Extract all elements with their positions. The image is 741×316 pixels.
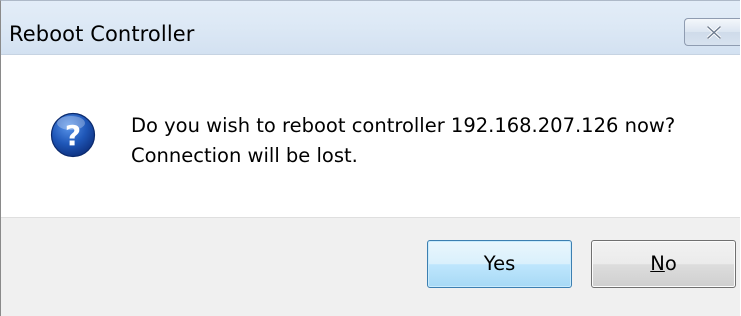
yes-button[interactable]: Yes — [427, 240, 572, 288]
svg-text:?: ? — [65, 119, 81, 152]
close-button[interactable] — [684, 18, 740, 46]
message-text-line-2: Connection will be lost. — [131, 144, 358, 167]
title-bar[interactable]: Reboot Controller — [1, 1, 740, 55]
question-icon: ? — [50, 112, 96, 158]
close-x-icon — [707, 26, 721, 39]
no-button-accelerator: N — [650, 252, 665, 275]
no-button-label-rest: o — [664, 252, 677, 275]
no-button[interactable]: No — [591, 240, 736, 288]
window-title: Reboot Controller — [9, 22, 195, 46]
yes-button-label: Yes — [483, 252, 516, 275]
message-area: ? Do you wish to reboot controller 192.1… — [1, 55, 740, 218]
message-text-line-1: Do you wish to reboot controller 192.168… — [131, 114, 676, 137]
reboot-dialog: Reboot Controller ? Do you wish to reboo… — [0, 0, 740, 316]
